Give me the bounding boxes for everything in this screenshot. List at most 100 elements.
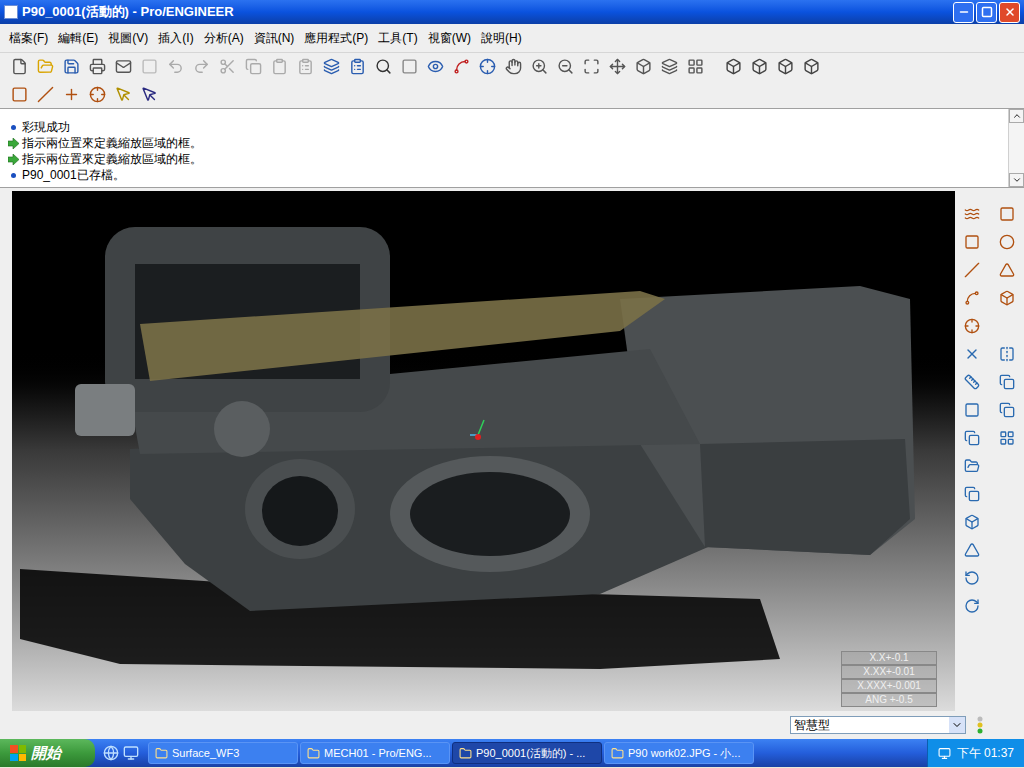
toolbar-button[interactable] — [6, 54, 32, 80]
tool-button[interactable] — [995, 258, 1019, 282]
tool-button[interactable] — [960, 286, 984, 310]
hidden-line-icon — [751, 58, 768, 75]
toolbar-button[interactable] — [500, 54, 526, 80]
toolbar-button[interactable] — [214, 54, 240, 80]
message-scrollbar[interactable] — [1008, 109, 1024, 187]
tool-button[interactable] — [995, 230, 1019, 254]
toolbar-button[interactable] — [682, 54, 708, 80]
toolbar-button[interactable] — [188, 54, 214, 80]
tool-button[interactable] — [960, 370, 984, 394]
taskbar-item[interactable]: P90_0001(活動的) - ... — [452, 742, 602, 764]
tool-button[interactable] — [995, 202, 1019, 226]
toolbar-button[interactable] — [32, 81, 58, 107]
tool-icon — [964, 318, 980, 334]
network-icon[interactable] — [938, 747, 951, 760]
tool-button[interactable] — [960, 314, 984, 338]
menu-item[interactable]: 資訊(N) — [249, 29, 300, 47]
taskbar-item[interactable]: MECH01 - Pro/ENG... — [300, 742, 450, 764]
maximize-button[interactable] — [976, 2, 997, 23]
tool-button[interactable] — [960, 398, 984, 422]
tool-button[interactable] — [960, 538, 984, 562]
toolbar-button[interactable] — [552, 54, 578, 80]
datum-display-icon — [453, 58, 470, 75]
menu-item[interactable]: 工具(T) — [373, 29, 422, 47]
menu-item[interactable]: 視圖(V) — [103, 29, 153, 47]
title-bar[interactable]: P90_0001(活動的) - Pro/ENGINEER — [0, 0, 1024, 24]
toolbar-button[interactable] — [772, 54, 798, 80]
toolbar-button[interactable] — [266, 54, 292, 80]
toolbar-button[interactable] — [58, 54, 84, 80]
tool-icon — [964, 206, 980, 222]
toolbar-button[interactable] — [604, 54, 630, 80]
start-button[interactable]: 開始 — [0, 739, 95, 767]
menu-item[interactable]: 視窗(W) — [423, 29, 476, 47]
menu-item[interactable]: 分析(A) — [199, 29, 249, 47]
menu-item[interactable]: 編輯(E) — [53, 29, 103, 47]
tool-button[interactable] — [960, 594, 984, 618]
toolbar-button[interactable] — [630, 54, 656, 80]
tool-button[interactable] — [995, 342, 1019, 366]
toolbar-button[interactable] — [798, 54, 824, 80]
toolbar-button[interactable] — [84, 54, 110, 80]
tool-button[interactable] — [960, 510, 984, 534]
toolbar-button[interactable] — [370, 54, 396, 80]
toolbar-button[interactable] — [422, 54, 448, 80]
tool-button[interactable] — [995, 286, 1019, 310]
toolbar-button[interactable] — [136, 54, 162, 80]
toolbar-button[interactable] — [448, 54, 474, 80]
toolbar-button[interactable] — [656, 54, 682, 80]
toolbar-button[interactable] — [84, 81, 110, 107]
tool-button[interactable] — [960, 230, 984, 254]
tool-button[interactable] — [995, 398, 1019, 422]
sep-icon — [141, 58, 158, 75]
system-tray: 下午 01:37 — [927, 739, 1024, 767]
open-icon — [37, 58, 54, 75]
close-icon — [1004, 6, 1016, 18]
toolbar-button[interactable] — [110, 81, 136, 107]
scroll-down-icon — [1012, 175, 1022, 185]
close-button[interactable] — [999, 2, 1020, 23]
ie-icon[interactable] — [103, 745, 119, 761]
toolbar-button[interactable] — [240, 54, 266, 80]
tool-button[interactable] — [995, 426, 1019, 450]
tool-icon — [999, 374, 1015, 390]
menu-item[interactable]: 說明(H) — [476, 29, 527, 47]
graphics-window[interactable]: X.X+-0.1X.XX+-0.01X.XXX+-0.001ANG +-0.5 — [12, 191, 955, 711]
tool-button[interactable] — [960, 454, 984, 478]
tool-button[interactable] — [960, 258, 984, 282]
taskbar-item[interactable]: P90 work02.JPG - 小... — [604, 742, 754, 764]
toolbar-button[interactable] — [720, 54, 746, 80]
menu-item[interactable]: 檔案(F) — [4, 29, 53, 47]
toolbar-button[interactable] — [6, 81, 32, 107]
toolbar-button[interactable] — [474, 54, 500, 80]
toolbar-button[interactable] — [110, 54, 136, 80]
toolbar-button[interactable] — [318, 54, 344, 80]
menu-item[interactable]: 插入(I) — [153, 29, 198, 47]
toolbar-button[interactable] — [58, 81, 84, 107]
minimize-button[interactable] — [953, 2, 974, 23]
menu-item[interactable]: 應用程式(P) — [299, 29, 373, 47]
tool-button[interactable] — [960, 342, 984, 366]
selection-filter-dropdown[interactable]: 智慧型 — [790, 716, 966, 734]
tool-icon — [964, 598, 980, 614]
toolbar-button[interactable] — [292, 54, 318, 80]
toolbar-button[interactable] — [344, 54, 370, 80]
tool-button[interactable] — [960, 482, 984, 506]
layers-icon — [661, 58, 678, 75]
toolbar-button[interactable] — [162, 54, 188, 80]
toolbar-button[interactable] — [136, 81, 162, 107]
tool-button[interactable] — [960, 426, 984, 450]
toolbar-button[interactable] — [526, 54, 552, 80]
redo-icon — [193, 58, 210, 75]
toolbar-button[interactable] — [746, 54, 772, 80]
toolbar-button[interactable] — [396, 54, 422, 80]
toolbar-button[interactable] — [578, 54, 604, 80]
desktop-icon[interactable] — [123, 745, 139, 761]
tool-button[interactable] — [960, 202, 984, 226]
taskbar-item[interactable]: Surface_WF3 — [148, 742, 298, 764]
tool-button[interactable] — [995, 370, 1019, 394]
left-strip[interactable] — [0, 191, 12, 711]
toolbar-button[interactable] — [32, 54, 58, 80]
tool-button[interactable] — [960, 566, 984, 590]
minimize-icon — [958, 6, 970, 18]
